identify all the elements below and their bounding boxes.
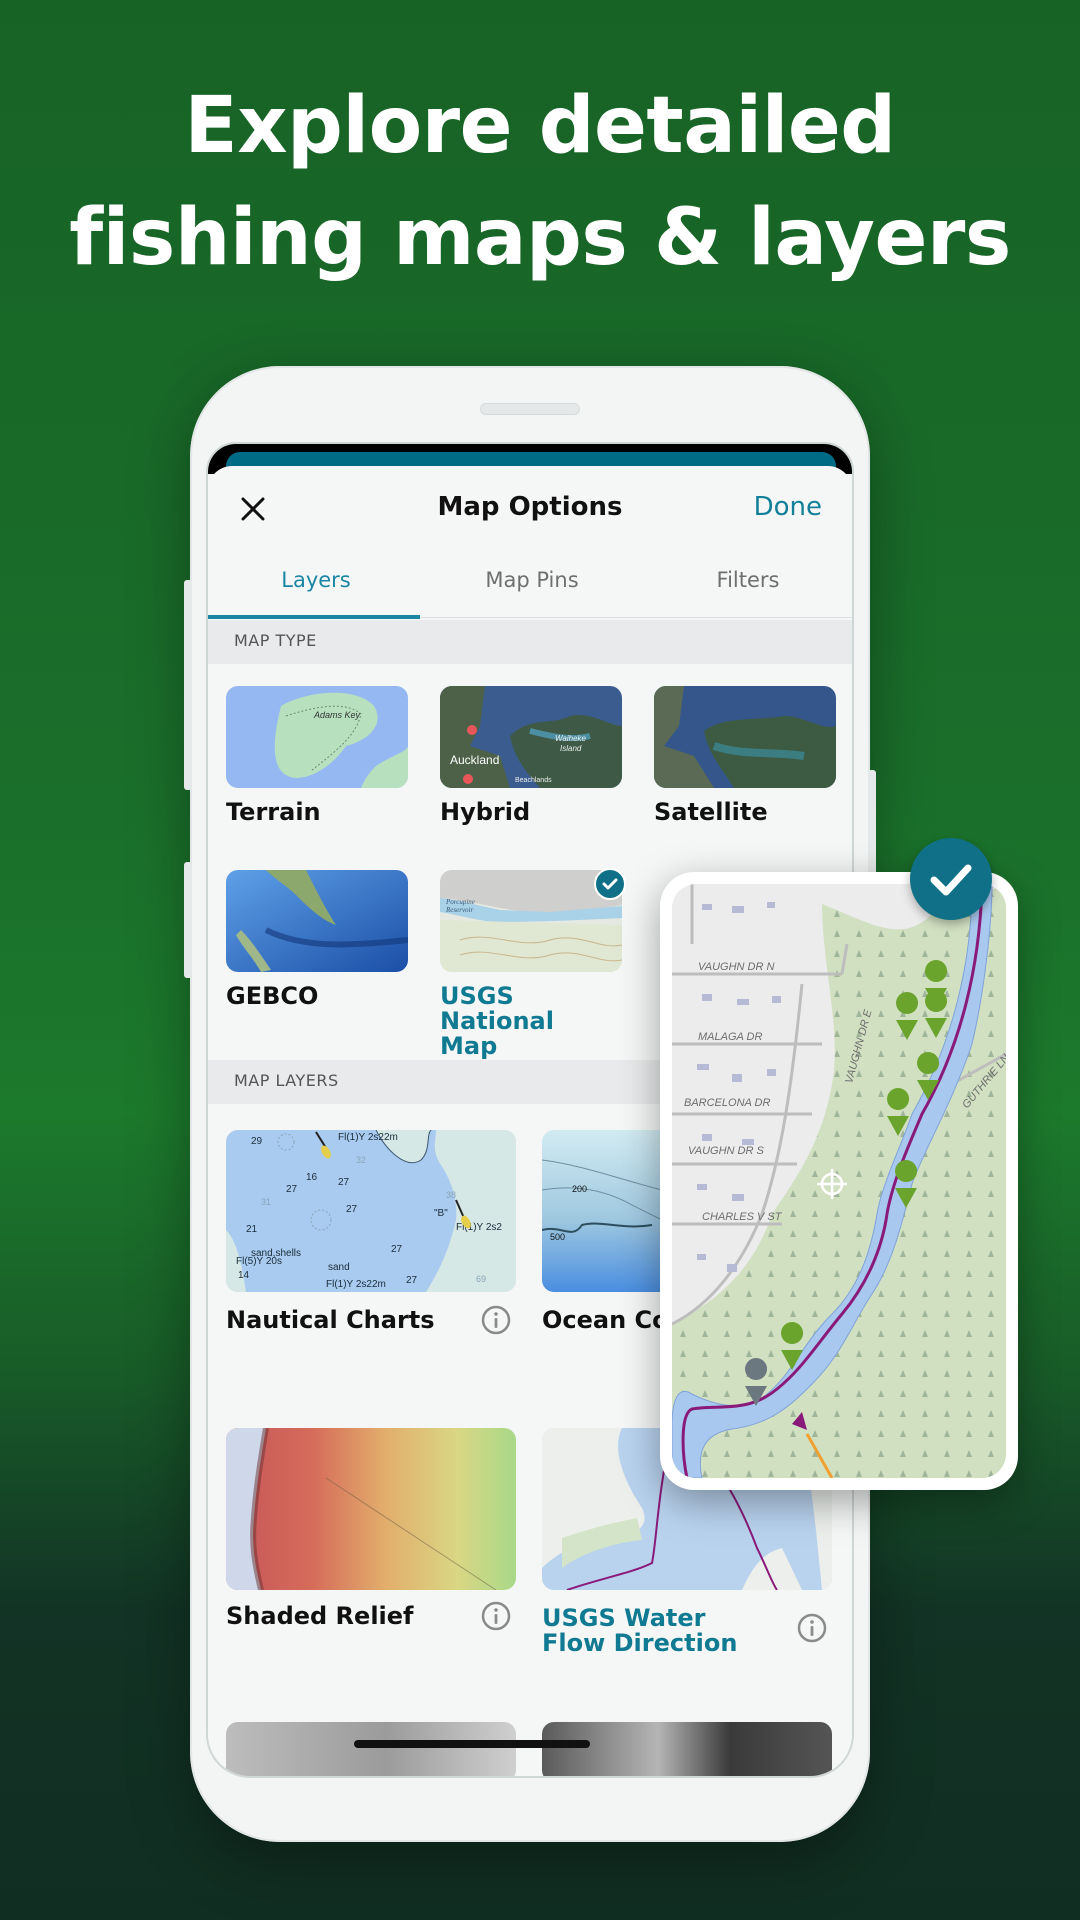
nav-bar: Map Options Done	[208, 466, 852, 554]
section-header-map-type: MAP TYPE	[208, 620, 852, 664]
terrain-thumbnail: Adams Key	[226, 686, 408, 788]
section-header-label: MAP TYPE	[234, 631, 317, 650]
phone-volume-button	[184, 580, 192, 790]
svg-text:500: 500	[550, 1232, 565, 1242]
svg-text:Fl(1)Y 2s22m: Fl(1)Y 2s22m	[338, 1132, 398, 1143]
map-layer-next-1[interactable]	[226, 1722, 518, 1776]
tile-label-line-2: Map	[440, 1032, 498, 1060]
gebco-thumbnail	[226, 870, 408, 972]
tile-label: Shaded Relief	[226, 1602, 414, 1630]
preview-map-card: VAUGHN DR N MALAGA DR BARCELONA DR VAUGH…	[660, 872, 1018, 1490]
svg-text:Reservoir: Reservoir	[445, 906, 473, 914]
selected-check-icon	[594, 868, 626, 900]
headline-line-1: Explore detailed	[184, 81, 896, 171]
map-type-terrain[interactable]: Adams Key Terrain	[226, 686, 408, 836]
info-icon[interactable]	[480, 1600, 512, 1632]
svg-text:27: 27	[338, 1177, 350, 1188]
svg-text:200: 200	[572, 1184, 587, 1194]
svg-text:"B": "B"	[434, 1208, 448, 1219]
svg-text:Waiheke: Waiheke	[555, 734, 587, 743]
svg-text:27: 27	[286, 1184, 298, 1195]
svg-text:Island: Island	[560, 744, 582, 753]
svg-text:38: 38	[446, 1190, 456, 1200]
street-label: MALAGA DR	[698, 1031, 762, 1043]
street-label: VAUGHN DR N	[698, 961, 774, 973]
map-layer-next-2[interactable]	[542, 1722, 834, 1776]
svg-text:29: 29	[251, 1136, 263, 1147]
satellite-thumbnail	[654, 686, 836, 788]
svg-text:32: 32	[356, 1155, 366, 1165]
street-label: CHARLES V ST	[702, 1211, 783, 1223]
headline-line-2: fishing maps & layers	[69, 193, 1011, 283]
tile-label: Nautical Charts	[226, 1306, 435, 1334]
svg-text:Fl(5)Y 20s: Fl(5)Y 20s	[236, 1256, 282, 1267]
map-layer-shaded-relief[interactable]: Shaded Relief	[226, 1428, 518, 1638]
svg-text:27: 27	[391, 1244, 403, 1255]
shaded-relief-thumbnail	[226, 1428, 516, 1590]
phone-speaker	[480, 403, 580, 415]
street-label: VAUGHN DR S	[688, 1145, 764, 1157]
tile-label: GEBCO	[226, 982, 319, 1010]
svg-text:Beachlands: Beachlands	[515, 777, 552, 784]
tile-label: Terrain	[226, 798, 321, 826]
tab-layers[interactable]: Layers	[208, 568, 424, 592]
svg-text:31: 31	[261, 1197, 271, 1207]
tile-label-line-1: USGS Water	[542, 1604, 706, 1632]
street-label: BARCELONA DR	[684, 1097, 770, 1109]
svg-text:Fl(1)Y 2s22m: Fl(1)Y 2s22m	[326, 1279, 386, 1290]
svg-text:sand: sand	[328, 1262, 350, 1273]
svg-text:69: 69	[476, 1274, 486, 1284]
info-icon[interactable]	[480, 1304, 512, 1336]
map-type-satellite[interactable]: Satellite	[654, 686, 836, 836]
active-tab-indicator	[208, 615, 420, 619]
home-indicator[interactable]	[354, 1740, 590, 1748]
map-type-usgs-national-map[interactable]: Porcupine Reservoir USGS National Map	[440, 868, 626, 1059]
tab-filters[interactable]: Filters	[640, 568, 852, 592]
section-header-label: MAP LAYERS	[234, 1071, 339, 1090]
info-icon[interactable]	[796, 1612, 828, 1644]
svg-text:Adams Key: Adams Key	[313, 710, 361, 720]
nautical-charts-thumbnail: 29 Fl(1)Y 2s22m 16 2727 27 "B"Fl(1)Y 2s2 21…	[226, 1130, 516, 1292]
tile-label: Hybrid	[440, 798, 531, 826]
tile-label-line-2: Flow Direction	[542, 1629, 738, 1657]
tile-label: USGS National Map	[440, 984, 622, 1059]
preview-selected-check-icon	[910, 838, 992, 920]
headline: Explore detailed fishing maps & layers	[0, 70, 1080, 294]
svg-text:21: 21	[246, 1224, 258, 1235]
svg-text:Porcupine: Porcupine	[445, 898, 475, 906]
svg-text:14: 14	[238, 1270, 250, 1281]
tab-bar: Layers Map Pins Filters	[208, 554, 852, 619]
tile-label-line-1: USGS National	[440, 982, 554, 1035]
tile-label: Satellite	[654, 798, 768, 826]
phone-side-button	[184, 862, 192, 978]
preview-map[interactable]: VAUGHN DR N MALAGA DR BARCELONA DR VAUGH…	[672, 884, 1006, 1478]
done-button[interactable]: Done	[754, 492, 822, 522]
svg-text:27: 27	[346, 1204, 358, 1215]
map-type-hybrid[interactable]: Auckland Waiheke Island Beachlands Hybri…	[440, 686, 622, 836]
grayscale-thumbnail	[542, 1722, 832, 1776]
map-type-gebco[interactable]: GEBCO	[226, 870, 408, 1030]
tile-label: Ocean Co	[542, 1306, 669, 1334]
svg-text:27: 27	[406, 1275, 418, 1286]
svg-text:Auckland: Auckland	[450, 753, 499, 767]
svg-text:16: 16	[306, 1172, 318, 1183]
hybrid-thumbnail: Auckland Waiheke Island Beachlands	[440, 686, 622, 788]
grayscale-thumbnail	[226, 1722, 516, 1776]
tile-label: USGS Water Flow Direction	[542, 1606, 737, 1656]
tab-map-pins[interactable]: Map Pins	[424, 568, 640, 592]
map-layer-nautical-charts[interactable]: 29 Fl(1)Y 2s22m 16 27 27 27 "B" Fl(1)Y 2s2 21…	[226, 1130, 518, 1340]
